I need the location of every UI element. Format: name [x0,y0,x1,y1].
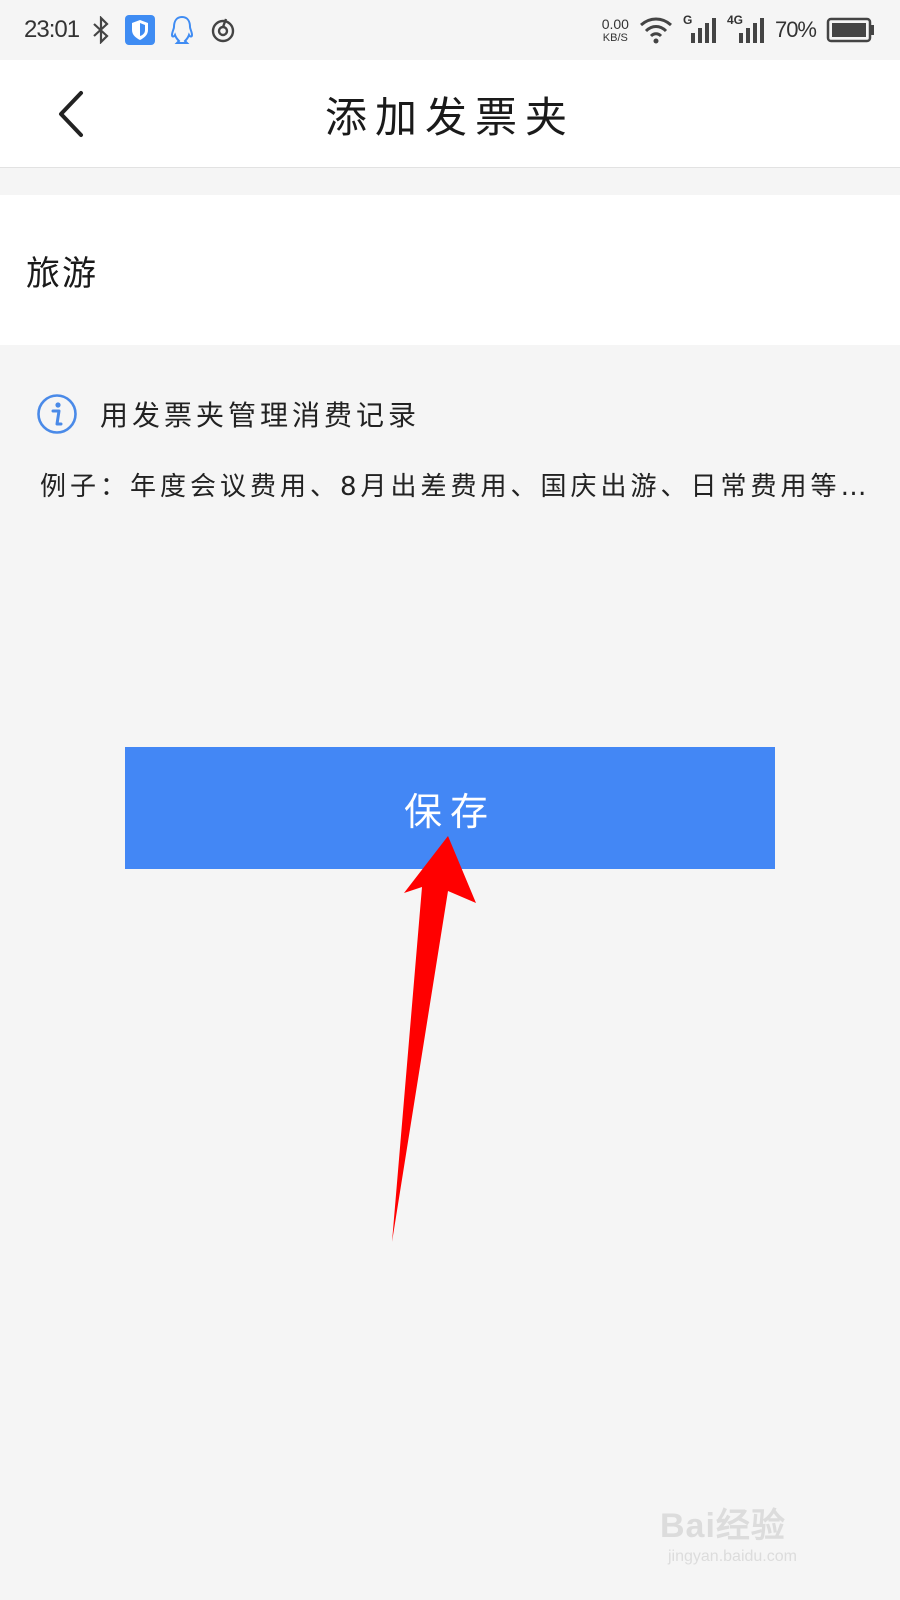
wifi-icon [639,17,672,44]
folder-name-input[interactable] [26,195,876,345]
network-speed: 0.00 KB/S [602,17,629,44]
netease-music-icon [211,18,235,43]
chevron-left-icon [59,91,83,137]
info-icon [37,394,77,434]
net-speed-unit: KB/S [602,31,628,44]
page-title: 添加发票夹 [324,92,575,142]
baidu-jingyan-watermark: Bai经验 jingyan.baidu.com [660,1498,860,1578]
notification-icons [91,15,237,45]
battery-percent: 70% [774,17,817,42]
app-header: 添加发票夹 [0,60,900,168]
signal-4g: 4G [727,13,765,45]
system-status: 0.00 KB/S G 4G 70% [602,13,876,45]
save-button[interactable]: 保存 [125,747,775,869]
watermark-url: jingyan.baidu.com [668,1548,797,1565]
signal-icon [690,18,716,43]
signal-icon [738,18,764,43]
qq-icon [171,15,194,44]
shield-icon [125,15,156,45]
info-tip: 用发票夹管理消费记录 例子：年度会议费用、8月出差费用、国庆出游、日常费用等… [36,392,871,503]
folder-name-row [0,195,900,345]
watermark-brand: Bai经验 [660,1507,786,1545]
tip-title: 用发票夹管理消费记录 [100,399,421,432]
status-time: 23:01 [24,16,80,43]
battery-icon [826,17,874,43]
status-bar: 23:01 0.00 KB/S G 4G 70% [0,0,900,60]
net-speed-value: 0.00 [601,15,629,32]
back-button[interactable] [40,84,100,144]
signal-g: G [683,13,717,45]
tip-example: 例子：年度会议费用、8月出差费用、国庆出游、日常费用等… [40,472,871,502]
bluetooth-icon [93,16,109,44]
